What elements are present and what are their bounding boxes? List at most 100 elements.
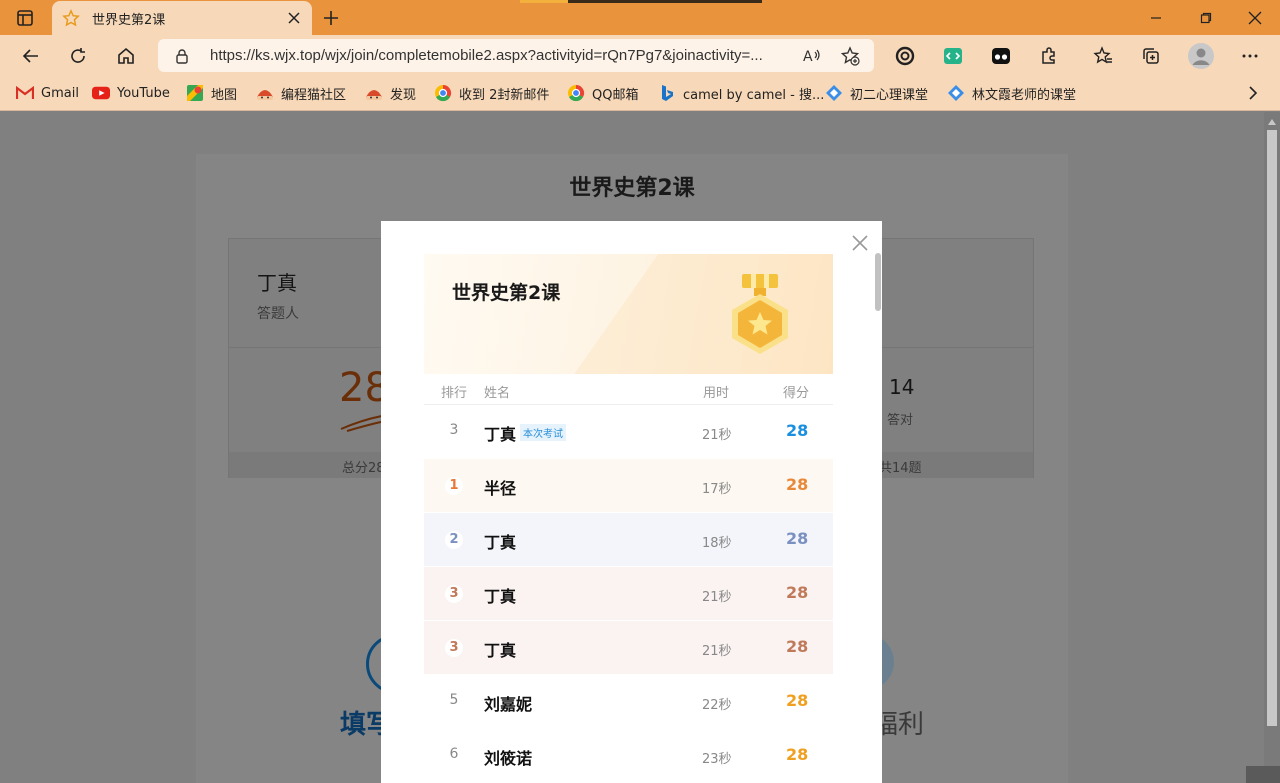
- row-score: 28: [786, 421, 809, 440]
- tab-actions-button[interactable]: [10, 6, 40, 30]
- row-name: 刘嘉妮: [484, 695, 533, 714]
- time-header: 用时: [703, 386, 730, 401]
- row-rank: 1: [445, 477, 463, 495]
- url-text: https://ks.wjx.top/wjx/join/completemobi…: [210, 47, 763, 64]
- star-favicon-icon: [62, 9, 80, 27]
- codemao-icon: [365, 84, 383, 102]
- minimize-button[interactable]: [1131, 0, 1181, 35]
- resize-corner: [1246, 766, 1280, 783]
- row-score: 28: [786, 637, 809, 656]
- leaderboard-rows: 3 丁真 本次考试 21秒 28 1 半径 17秒 28 2 丁真 18秒 28…: [424, 405, 833, 783]
- extensions-button[interactable]: [1034, 41, 1064, 71]
- bing-icon: [658, 84, 676, 102]
- new-tab-button[interactable]: [318, 5, 344, 31]
- back-button[interactable]: [16, 41, 46, 71]
- correct-label: 答对: [887, 413, 914, 428]
- more-menu-button[interactable]: [1235, 41, 1265, 71]
- read-aloud-icon[interactable]: A: [800, 45, 824, 67]
- correct-count: 14: [889, 375, 915, 399]
- row-rank: 3: [449, 422, 459, 438]
- row-score: 28: [786, 529, 809, 548]
- table-row: 3 丁真 21秒 28: [424, 567, 833, 621]
- restore-button[interactable]: [1181, 0, 1231, 35]
- row-time: 21秒: [702, 428, 732, 443]
- scroll-up-icon[interactable]: [1264, 116, 1280, 128]
- bookmark-gmail[interactable]: Gmail: [16, 83, 79, 103]
- row-score: 28: [786, 475, 809, 494]
- refresh-button[interactable]: [63, 41, 93, 71]
- leaderboard-modal: 世界史第2课 排行 姓名 用时 得分 3 丁真 本次考试 21秒 28 1 半径…: [381, 221, 882, 783]
- page-scrollbar[interactable]: [1264, 112, 1280, 783]
- name-header: 姓名: [484, 386, 511, 401]
- close-icon: [1248, 11, 1262, 24]
- minimize-icon: [1151, 16, 1161, 19]
- bookmark-discover[interactable]: 发现: [365, 83, 416, 103]
- profile-button[interactable]: [1186, 41, 1216, 71]
- codemao-icon: [256, 84, 274, 102]
- current-exam-badge: 本次考试: [520, 424, 566, 441]
- youtube-icon: [92, 84, 110, 102]
- bookmark-youtube[interactable]: YouTube: [92, 83, 170, 103]
- total-score: 总分28: [342, 461, 385, 476]
- scrollbar-thumb[interactable]: [1267, 130, 1277, 726]
- collections-button[interactable]: [1136, 41, 1166, 71]
- bookmarks-more-button[interactable]: [1244, 83, 1269, 103]
- row-name: 丁真: [484, 533, 517, 552]
- score-header: 得分: [783, 386, 810, 401]
- code-extension-icon: [944, 48, 962, 64]
- close-icon: [852, 235, 868, 251]
- bookmark-psychology-class[interactable]: 初二心理课堂: [825, 83, 928, 103]
- row-name: 丁真: [484, 587, 517, 606]
- row-score: 28: [786, 745, 809, 764]
- bookmark-qq-mail[interactable]: QQ邮箱: [567, 83, 638, 103]
- total-questions: 共14题: [879, 461, 922, 476]
- bookmark-bing-search[interactable]: camel by camel - 搜...: [658, 83, 824, 103]
- home-icon: [118, 47, 134, 64]
- medal-icon: [732, 274, 788, 354]
- qq-mail-icon: [567, 84, 585, 102]
- table-row: 2 丁真 18秒 28: [424, 513, 833, 567]
- browser-toolbar: https://ks.wjx.top/wjx/join/completemobi…: [0, 35, 1280, 75]
- tab-actions-icon: [17, 10, 33, 26]
- extension-2-button[interactable]: [938, 41, 968, 71]
- bookmark-new-mail[interactable]: 收到 2封新邮件: [434, 83, 549, 103]
- table-row: 3 丁真 21秒 28: [424, 621, 833, 675]
- row-time: 22秒: [702, 698, 732, 713]
- loop-extension-icon: [895, 46, 915, 66]
- bookmark-codemao[interactable]: 编程猫社区: [256, 83, 346, 103]
- extension-1-button[interactable]: [890, 41, 920, 71]
- restore-icon: [1200, 12, 1212, 23]
- tab-title: 世界史第2课: [92, 12, 166, 28]
- active-tab[interactable]: 世界史第2课: [52, 1, 312, 35]
- leaderboard-banner: 世界史第2课: [424, 254, 833, 374]
- chevron-right-icon: [1244, 84, 1262, 102]
- home-button[interactable]: [111, 41, 141, 71]
- tampermonkey-icon: [992, 48, 1010, 64]
- window-close-button[interactable]: [1230, 0, 1280, 35]
- add-favorite-icon[interactable]: [838, 45, 862, 67]
- modal-scrollbar-thumb[interactable]: [875, 253, 881, 311]
- address-bar[interactable]: https://ks.wjx.top/wjx/join/completemobi…: [158, 39, 874, 72]
- row-time: 23秒: [702, 752, 732, 767]
- modal-close-button[interactable]: [850, 233, 870, 253]
- tab-close-icon[interactable]: [286, 10, 302, 26]
- leaderboard-title: 世界史第2课: [452, 282, 561, 304]
- row-time: 21秒: [702, 644, 732, 659]
- gmail-icon: [16, 84, 34, 102]
- bookmark-lin-class[interactable]: 林文霞老师的课堂: [947, 83, 1076, 103]
- row-name: 半径: [484, 479, 517, 498]
- bookmarks-bar: Gmail YouTube 地图 编程猫社区 发现 收到 2封新邮件 QQ邮箱 …: [0, 75, 1280, 111]
- bookmark-maps[interactable]: 地图: [186, 83, 237, 103]
- plus-icon: [324, 11, 338, 25]
- leaderboard-header: 排行 姓名 用时 得分: [424, 374, 833, 405]
- maps-icon: [186, 84, 204, 102]
- tab-bar-accent: [520, 0, 568, 3]
- row-rank: 2: [445, 531, 463, 549]
- favorites-button[interactable]: [1088, 41, 1118, 71]
- more-dots-icon: [1242, 54, 1258, 58]
- avatar-icon: [1188, 43, 1214, 69]
- svg-text:A: A: [803, 49, 813, 65]
- row-name: 丁真: [484, 641, 517, 660]
- extension-3-button[interactable]: [986, 41, 1016, 71]
- row-rank: 5: [449, 692, 459, 708]
